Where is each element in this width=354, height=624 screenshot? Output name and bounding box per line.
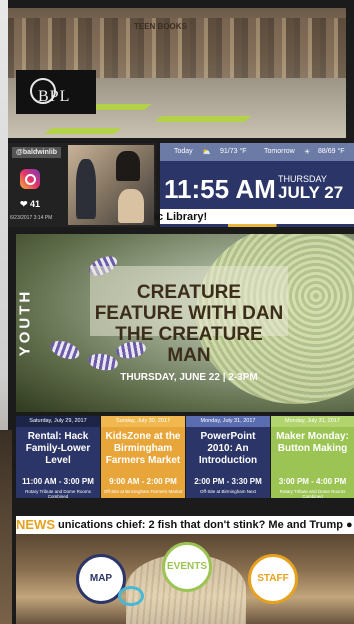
clock-date: JULY 27 [278,183,344,202]
event-title: KidsZone at the Birmingham Farmers Marke… [105,431,181,466]
clock-panel: 11:55 AM THURSDAY JULY 27 [160,161,354,209]
ticker-underline [160,224,354,227]
today-temp: 91/73 °F [220,148,247,155]
floor-stripe [154,116,252,122]
youth-label: YOUTH [16,288,34,357]
event-day: Monday, July 31, 2017 [271,416,354,427]
event-location: Off-Site at Birmingham Next [200,489,256,494]
instagram-handle: @baldwinlib [12,147,62,158]
clock-time: 11:55 AM [164,174,276,204]
side-label: YOUTH [16,234,38,412]
sunny-icon: ☀ [304,149,311,156]
event-title: Rental: Hack Family-Lower Level [25,431,91,466]
likes-value: 41 [30,199,41,209]
event-day: Monday, July 31, 2017 [186,416,270,427]
today-label: Today [174,148,193,155]
event-time: 2:00 PM - 3:30 PM [194,477,262,486]
event-location: Rotary Tribute and Dome Rooms Combined [279,489,346,499]
instagram-icon [20,169,40,189]
tomorrow-temp: 88/69 °F [318,148,345,155]
library-hero-photo: TEEN BOOKS BPL [8,8,346,138]
event-card[interactable]: Sunday, July 30, 2017 KidsZone at the Bi… [101,416,185,498]
tomorrow-label: Tomorrow [264,148,295,155]
event-time: 11:00 AM - 3:00 PM [22,477,94,486]
teen-books-sign: TEEN BOOKS [134,22,187,31]
partly-cloudy-icon: ⛅ [202,149,211,156]
news-text: unications chief: 2 fish that don't stin… [58,519,353,531]
bpl-logo: BPL [16,70,96,114]
event-card[interactable]: Saturday, July 29, 2017 Rental: Hack Fam… [16,416,100,499]
events-button[interactable]: EVENTS [162,542,212,592]
instagram-post: @baldwinlib ❤ 41 6/23/2017 3:14 PM [8,143,156,227]
touch-hand-icon [118,586,144,606]
event-day: Saturday, July 29, 2017 [16,416,100,427]
event-time: 9:00 AM - 2:00 PM [109,477,177,486]
navigation-bar: MAP EVENTS STAFF [16,534,354,624]
left-edge-bookshelf [0,430,12,624]
event-time: 3:00 PM - 4:00 PM [278,477,347,486]
weather-bar: Today ⛅ 91/73 °F Tomorrow ☀ 88/69 °F [160,143,354,161]
news-ticker: NEWS unications chief: 2 fish that don't… [16,516,354,534]
news-headline: unications chief: 2 fish that don't stin… [58,519,343,531]
person-silhouette [118,189,144,223]
ticker-text: ic Library! [154,211,208,223]
logo-text: BPL [38,88,71,105]
post-photo [68,145,154,225]
news-label: NEWS [16,517,55,532]
feature-title: CREATURE FEATURE WITH DAN THE CREATURE M… [94,282,284,366]
event-card[interactable]: Monday, July 31, 2017 Maker Monday: Butt… [271,416,354,499]
person-silhouette [116,151,140,181]
staff-button[interactable]: STAFF [248,554,298,604]
post-date: 6/23/2017 3:14 PM [10,215,53,221]
announcement-ticker: ic Library! [154,209,354,227]
feature-when: THURSDAY, JUNE 22 | 2-3PM [120,372,258,383]
event-location: Rotary Tribute and Dome Rooms Combined [25,489,91,499]
upcoming-events: Saturday, July 29, 2017 Rental: Hack Fam… [16,416,354,499]
event-day: Sunday, July 30, 2017 [101,416,185,427]
event-card[interactable]: Monday, July 31, 2017 PowerPoint 2010: A… [186,416,270,498]
event-title: PowerPoint 2010: An Introduction [198,431,258,466]
floor-stripe [44,128,122,134]
person-silhouette [76,159,96,219]
event-title: Maker Monday: Button Making [276,431,349,454]
event-location: Off-Site at Birmingham Farmers Market [103,489,183,494]
likes-count: ❤ 41 [20,199,41,209]
youth-feature-slide[interactable]: YOUTH CREATURE FEATURE WITH DAN THE CREA… [16,234,354,412]
